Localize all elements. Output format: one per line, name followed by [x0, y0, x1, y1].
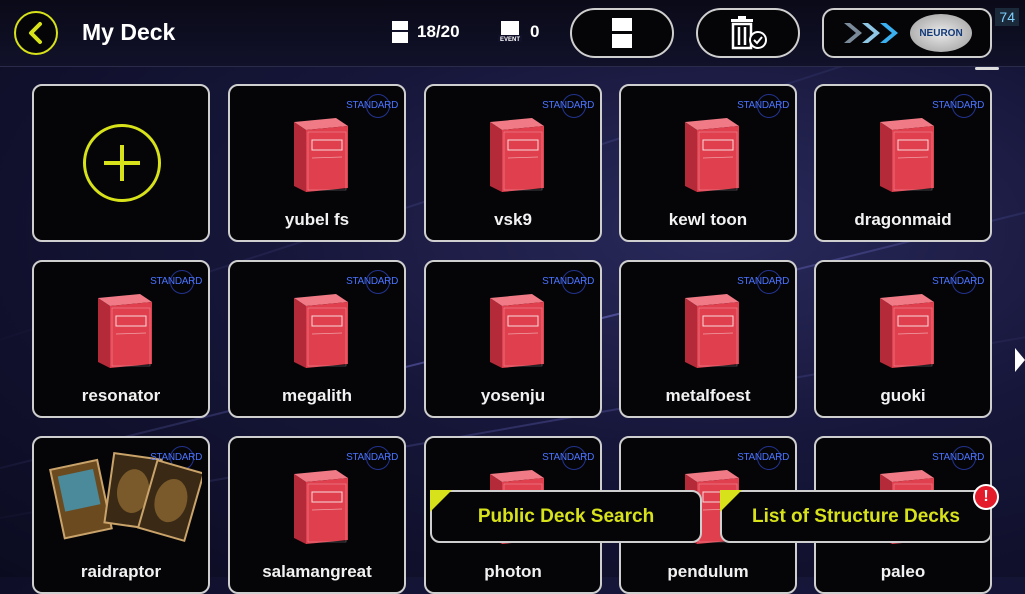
corner-accent [720, 490, 742, 512]
deck-box-icon [677, 290, 743, 375]
delete-decks-button[interactable] [696, 8, 800, 58]
deck-box-icon [90, 290, 156, 375]
top-bar: My Deck 18/20 EVENT 0 NEURON 74 [0, 0, 1025, 67]
format-badge: STANDARD [150, 452, 202, 463]
deck-box-icon [872, 114, 938, 199]
deck-box-icon [286, 290, 352, 375]
deck-box-icon [872, 290, 938, 375]
page-indicator [975, 67, 999, 70]
neuron-link-button[interactable]: NEURON [822, 8, 992, 58]
format-badge: STANDARD [737, 100, 789, 111]
deck-tile[interactable]: STANDARD dragonmaid [814, 84, 992, 242]
structure-decks-button[interactable]: List of Structure Decks [720, 490, 992, 543]
plus-icon [83, 124, 161, 202]
deck-name: yubel fs [284, 210, 350, 229]
format-badge: STANDARD [932, 452, 984, 463]
svg-text:EVENT: EVENT [500, 37, 520, 43]
alert-mark: ! [983, 488, 989, 505]
trash-check-icon [731, 16, 767, 50]
deck-box-icon [482, 290, 548, 375]
deck-name: paleo [880, 562, 926, 581]
deck-tile[interactable]: STANDARD vsk9 [424, 84, 602, 242]
format-badge: STANDARD [542, 452, 594, 463]
format-badge: STANDARD [932, 276, 984, 287]
format-badge: STANDARD [542, 100, 594, 111]
deck-name: salamangreat [262, 562, 372, 581]
deck-name: dragonmaid [854, 210, 952, 229]
structure-decks-label: List of Structure Decks [752, 505, 960, 527]
deck-name: vsk9 [494, 210, 532, 229]
deck-name: yosenju [480, 386, 546, 405]
deck-box-icon [286, 114, 352, 199]
deck-tile[interactable]: STANDARD metalfoest [619, 260, 797, 418]
public-deck-search-label: Public Deck Search [477, 505, 655, 527]
deck-tile[interactable]: STANDARD yosenju [424, 260, 602, 418]
deck-name: photon [484, 562, 542, 581]
deck-tile[interactable]: STANDARD raidraptor [32, 436, 210, 594]
cursor-arrow-icon [1015, 348, 1025, 372]
deck-box-icon [286, 466, 352, 551]
deck-name: megalith [282, 386, 352, 405]
deck-tile[interactable]: STANDARD salamangreat [228, 436, 406, 594]
fps-counter: 74 [995, 8, 1019, 26]
deck-tile[interactable]: STANDARD resonator [32, 260, 210, 418]
chevron-left-icon [29, 22, 42, 44]
corner-accent [430, 490, 452, 512]
page-title: My Deck [82, 19, 176, 45]
deck-name: pendulum [667, 562, 749, 581]
deck-count-value: 18/20 [417, 22, 460, 41]
deck-name: resonator [81, 386, 161, 405]
neuron-logo-label: NEURON [919, 27, 963, 39]
deck-icon [612, 18, 632, 48]
deck-name: raidraptor [80, 562, 162, 581]
deck-tile[interactable]: STANDARD megalith [228, 260, 406, 418]
event-deck-icon: EVENT [498, 21, 522, 43]
deck-count: 18/20 [391, 20, 460, 44]
format-badge: STANDARD [542, 276, 594, 287]
add-deck-tile[interactable] [32, 84, 210, 242]
format-badge: STANDARD [346, 276, 398, 287]
format-badge: STANDARD [737, 276, 789, 287]
deck-tile[interactable]: STANDARD kewl toon [619, 84, 797, 242]
deck-box-icon [677, 114, 743, 199]
deck-name: guoki [880, 386, 926, 405]
format-badge: STANDARD [150, 276, 202, 287]
deck-box-icon [482, 114, 548, 199]
format-badge: STANDARD [346, 452, 398, 463]
alert-badge: ! [973, 484, 999, 510]
event-count: EVENT 0 [498, 20, 539, 44]
deck-name: metalfoest [665, 386, 751, 405]
format-badge: STANDARD [346, 100, 398, 111]
deck-view-button[interactable] [570, 8, 674, 58]
neuron-logo: NEURON [910, 14, 972, 52]
deck-name: kewl toon [668, 210, 748, 229]
event-count-value: 0 [530, 22, 540, 41]
deck-tile[interactable]: STANDARD yubel fs [228, 84, 406, 242]
format-badge: STANDARD [737, 452, 789, 463]
deck-icon [392, 21, 408, 43]
triple-chevron-icon [844, 23, 898, 43]
format-badge: STANDARD [932, 100, 984, 111]
deck-tile[interactable]: STANDARD guoki [814, 260, 992, 418]
back-button[interactable] [14, 11, 58, 55]
public-deck-search-button[interactable]: Public Deck Search [430, 490, 702, 543]
